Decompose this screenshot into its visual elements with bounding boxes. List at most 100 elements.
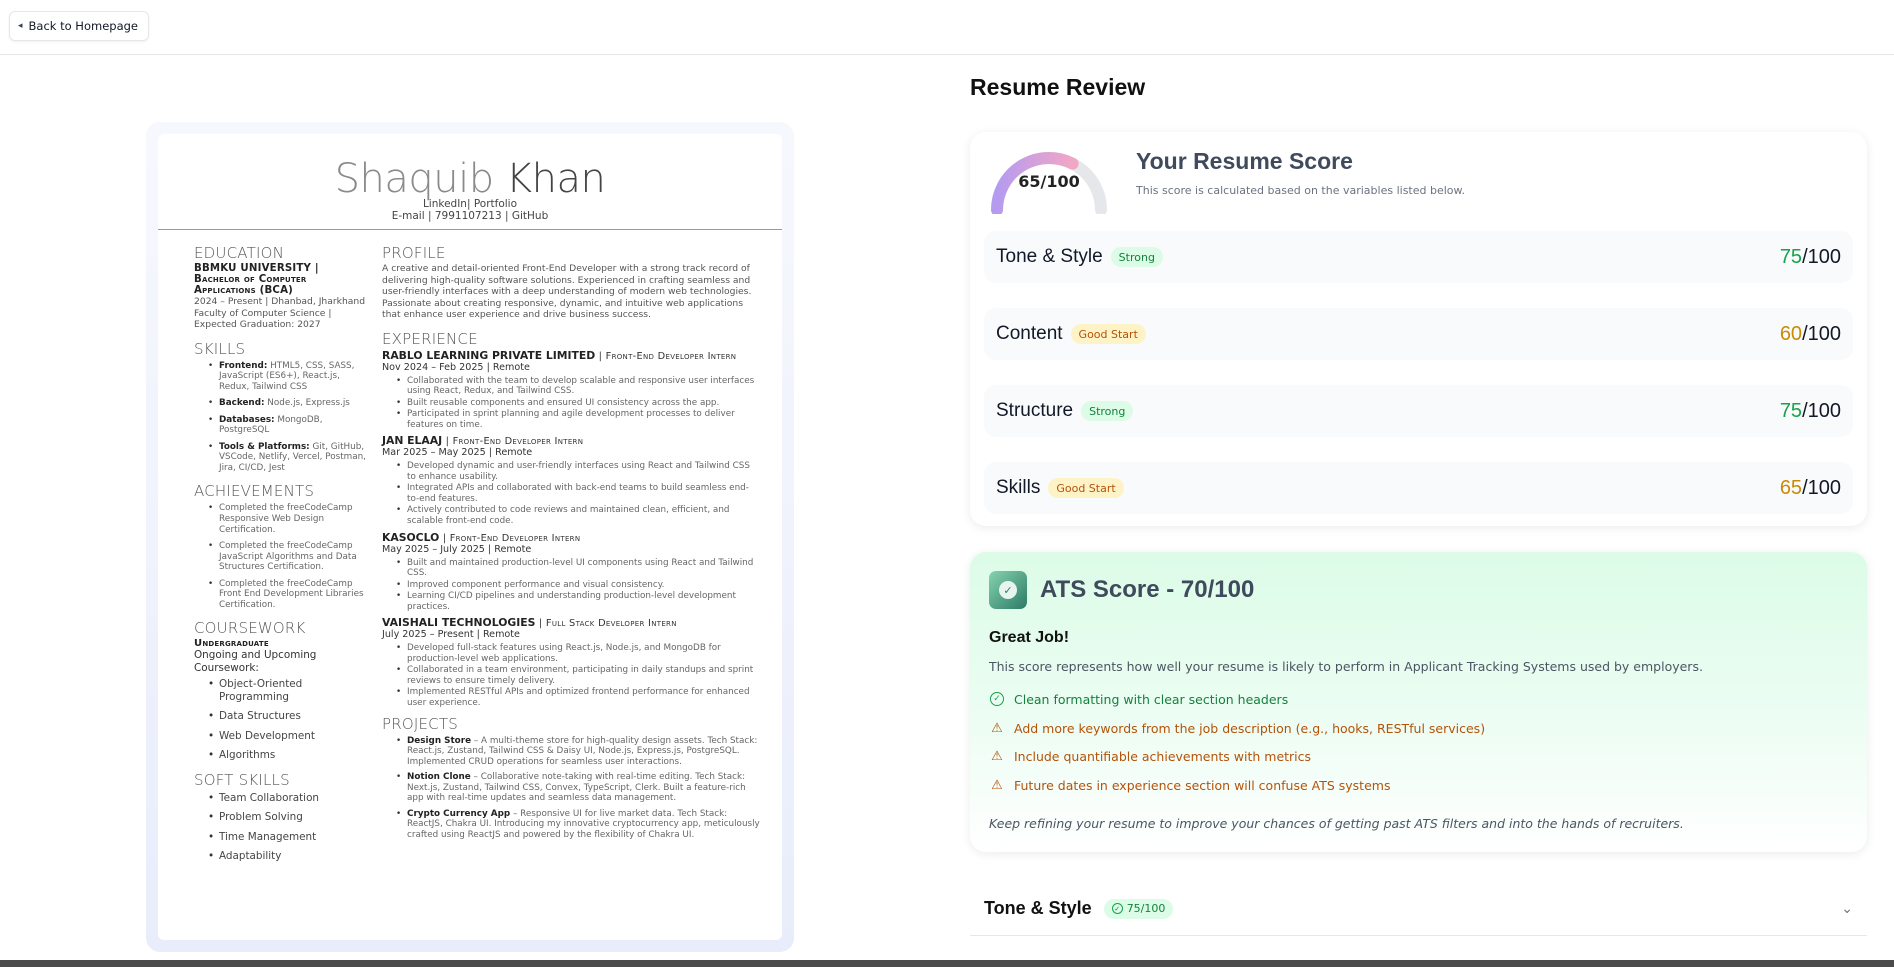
job-entry: JAN ELAAJ | Front-End Developer Intern M…: [382, 434, 760, 526]
ats-tip-text: Future dates in experience section will …: [1014, 777, 1391, 793]
list-item: Developed full-stack features using Reac…: [382, 643, 760, 664]
accordion-tone-style[interactable]: Tone & Style ✓ 75/100 ⌄: [970, 882, 1867, 936]
resume-contact-info: E-mail | 7991107213 | GitHub: [391, 210, 549, 222]
profile-text: A creative and detail-oriented Front-End…: [382, 263, 752, 320]
list-item: Problem Solving: [194, 811, 372, 824]
check-circle-icon: ✓: [989, 691, 1005, 707]
ats-check-icon: ✓: [989, 571, 1027, 609]
status-badge: Strong: [1110, 247, 1163, 267]
projects-heading: PROJECTS: [382, 714, 458, 733]
list-item: Implemented RESTful APIs and optimized f…: [382, 687, 760, 708]
category-row-tone-style: Tone & Style Strong 75/100: [984, 231, 1853, 283]
ats-tip-text: Include quantifiable achievements with m…: [1014, 748, 1312, 764]
job-dates: Nov 2024 – Feb 2025 | Remote: [382, 361, 530, 373]
category-score: 75/100: [1779, 245, 1841, 268]
achievements-section: ACHIEVEMENTS Completed the freeCodeCamp …: [194, 482, 372, 610]
education-degree: Bachelor of Computer: [194, 274, 307, 285]
skills-section: SKILLS Frontend: HTML5, CSS, SASS, JavaS…: [194, 340, 372, 474]
list-item: Databases: MongoDB, PostgreSQL: [194, 415, 372, 436]
list-item: Frontend: HTML5, CSS, SASS, JavaScript (…: [194, 361, 372, 393]
list-item: Integrated APIs and collaborated with ba…: [382, 483, 760, 504]
list-item: Web Development: [194, 730, 372, 743]
category-row-content: Content Good Start 60/100: [984, 308, 1853, 360]
category-row-skills: Skills Good Start 65/100: [984, 462, 1853, 514]
top-bar: ◂ Back to Homepage: [0, 0, 1894, 55]
list-item: Collaborated with the team to develop sc…: [382, 376, 760, 397]
list-item: Built reusable components and ensured UI…: [382, 398, 760, 409]
ats-title: ATS Score - 70/100: [1040, 576, 1255, 603]
horizontal-scrollbar[interactable]: [0, 960, 1894, 967]
list-item: Completed the freeCodeCamp Front End Dev…: [194, 579, 372, 611]
ats-tip: ✓ Clean formatting with clear section he…: [989, 691, 1288, 707]
ats-description: This score represents how well your resu…: [989, 659, 1703, 674]
ats-tip: ⚠ Include quantifiable achievements with…: [989, 748, 1311, 764]
list-item: Time Management: [194, 831, 372, 844]
coursework-section: COURSEWORK Undergraduate Ongoing and Upc…: [194, 619, 372, 762]
warning-icon: ⚠: [991, 720, 1003, 736]
job-dates: May 2025 – July 2025 | Remote: [382, 543, 532, 555]
list-item: Adaptability: [194, 850, 372, 863]
list-item: Completed the freeCodeCamp Responsive We…: [194, 503, 372, 535]
education-detail: Faculty of Computer Science | Expected G…: [194, 307, 332, 331]
category-name: Content: [996, 323, 1063, 344]
resume-left-column: EDUCATION BBMKU UNIVERSITY | Bachelor of…: [194, 244, 372, 872]
job-entry: VAISHALI TECHNOLOGIES | Full Stack Devel…: [382, 616, 760, 708]
ats-tip-text: Clean formatting with clear section head…: [1014, 691, 1289, 707]
resume-right-column: PROFILE A creative and detail-oriented F…: [382, 244, 760, 849]
resume-preview[interactable]: Shaquib Khan LinkedIn| Portfolio E-mail …: [146, 122, 794, 952]
list-item: Object-Oriented Programming: [194, 678, 372, 703]
list-item: Crypto Currency App – Responsive UI for …: [382, 809, 760, 841]
achievements-heading: ACHIEVEMENTS: [194, 482, 315, 501]
score-heading: Your Resume Score: [1136, 148, 1353, 174]
coursework-level: Undergraduate: [194, 638, 269, 650]
list-item: Learning CI/CD pipelines and understandi…: [382, 591, 760, 612]
status-badge: Strong: [1081, 401, 1134, 421]
job-dates: July 2025 – Present | Remote: [382, 629, 520, 641]
projects-section: PROJECTS Design Store – A multi-theme st…: [382, 715, 760, 841]
soft-skills-heading: SOFT SKILLS: [194, 770, 290, 789]
resume-divider: [158, 229, 782, 230]
list-item: Notion Clone – Collaborative note-taking…: [382, 772, 760, 804]
ats-score-card: ✓ ATS Score - 70/100 Great Job! This sco…: [970, 552, 1867, 852]
list-item: Data Structures: [194, 710, 372, 723]
coursework-heading: COURSEWORK: [194, 619, 306, 638]
category-score: 60/100: [1779, 322, 1841, 345]
list-item: Collaborated in a team environment, part…: [382, 665, 760, 686]
overall-score: 65/100: [1018, 172, 1080, 191]
back-to-homepage-button[interactable]: ◂ Back to Homepage: [9, 11, 149, 41]
list-item: Team Collaboration: [194, 792, 372, 805]
category-name: Tone & Style: [996, 246, 1103, 267]
soft-skills-section: SOFT SKILLS Team Collaboration Problem S…: [194, 771, 372, 863]
warning-icon: ⚠: [991, 777, 1003, 793]
resume-page: Shaquib Khan LinkedIn| Portfolio E-mail …: [158, 134, 782, 940]
list-item: Improved component performance and visua…: [382, 580, 760, 591]
resume-contact-links: LinkedIn| Portfolio: [422, 198, 518, 210]
list-item: Developed dynamic and user-friendly inte…: [382, 461, 760, 482]
category-name: Skills: [996, 477, 1041, 498]
job-entry: RABLO LEARNING PRIVATE LIMITED | Front-E…: [382, 349, 760, 431]
back-arrow-icon: ◂: [18, 21, 23, 31]
education-heading: EDUCATION: [194, 244, 284, 262]
warning-icon: ⚠: [991, 748, 1003, 764]
resume-score-card: 65/100 Your Resume Score This score is c…: [970, 132, 1867, 526]
back-button-label: Back to Homepage: [28, 19, 138, 33]
check-circle-icon: ✓: [1111, 903, 1123, 914]
status-badge: Good Start: [1048, 478, 1124, 498]
profile-heading: PROFILE: [382, 244, 446, 262]
skills-heading: SKILLS: [194, 339, 246, 358]
category-name: Structure: [996, 400, 1074, 421]
coursework-subtitle: Ongoing and Upcoming Coursework:: [194, 649, 317, 675]
experience-section: EXPERIENCE RABLO LEARNING PRIVATE LIMITE…: [382, 330, 760, 709]
chevron-down-icon[interactable]: ⌄: [1841, 901, 1853, 917]
list-item: Backend: Node.js, Express.js: [194, 398, 372, 409]
ats-subtitle: Great Job!: [989, 629, 1070, 646]
accordion-title: Tone & Style: [984, 898, 1092, 918]
list-item: Participated in sprint planning and agil…: [382, 409, 760, 430]
status-badge: Good Start: [1070, 324, 1146, 344]
score-badge: ✓ 75/100: [1103, 898, 1174, 919]
list-item: Built and maintained production-level UI…: [382, 558, 760, 579]
category-score: 75/100: [1779, 399, 1841, 422]
list-item: Tools & Platforms: Git, GitHub, VSCode, …: [194, 442, 372, 474]
experience-heading: EXPERIENCE: [382, 329, 478, 348]
profile-section: PROFILE A creative and detail-oriented F…: [382, 244, 760, 321]
